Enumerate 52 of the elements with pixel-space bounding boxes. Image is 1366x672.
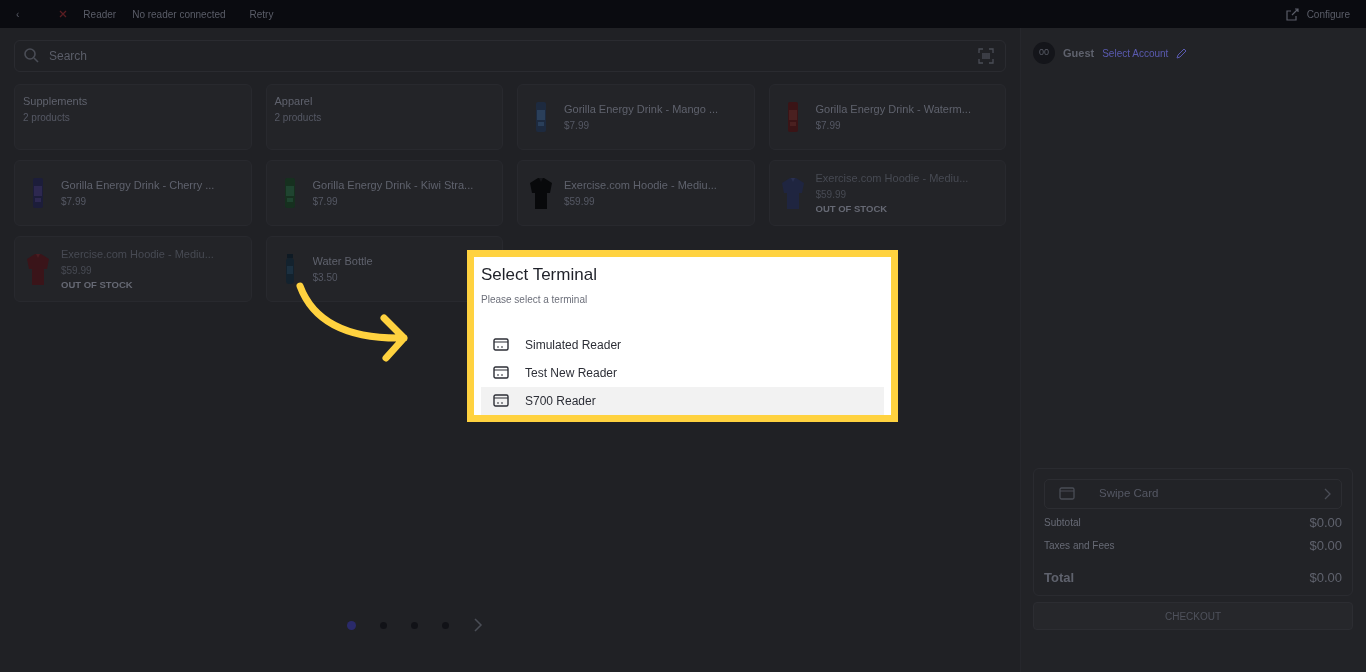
- total-value: $0.00: [1309, 568, 1342, 587]
- product-tile[interactable]: Gorilla Energy Drink - Cherry ... $7.99: [14, 160, 252, 226]
- select-account-link[interactable]: Select Account: [1102, 45, 1169, 61]
- barcode-scan-icon[interactable]: [978, 48, 994, 64]
- reader-label: Reader: [83, 7, 117, 22]
- category-tile[interactable]: Apparel 2 products: [265, 84, 503, 150]
- terminal-option[interactable]: S700 Reader: [481, 386, 884, 415]
- next-page-icon[interactable]: [473, 618, 483, 632]
- back-button[interactable]: ‹: [16, 6, 20, 22]
- category-name: Supplements: [23, 94, 89, 109]
- product-price: $7.99: [312, 194, 339, 209]
- page-dot[interactable]: [347, 620, 356, 630]
- total-label: Total: [1044, 568, 1075, 587]
- product-tile[interactable]: Exercise.com Hoodie - Mediu... $59.99: [517, 160, 755, 226]
- summary-value: $0.00: [1309, 537, 1342, 555]
- product-price: $3.50: [312, 270, 339, 285]
- external-link-icon: [1285, 7, 1299, 21]
- product-price: $7.99: [564, 118, 591, 133]
- customer-name: Guest: [1063, 45, 1095, 61]
- avatar: 00: [1033, 42, 1055, 64]
- card-icon: [1059, 487, 1075, 500]
- product-name: Exercise.com Hoodie - Mediu...: [564, 178, 717, 194]
- product-price: $59.99: [564, 194, 596, 209]
- card-icon: [493, 338, 509, 351]
- product-name: Gorilla Energy Drink - Waterm...: [815, 102, 971, 118]
- retry-link[interactable]: Retry: [249, 6, 274, 22]
- product-count: 2 products: [274, 110, 323, 125]
- product-price: $7.99: [61, 194, 88, 209]
- product-name: Gorilla Energy Drink - Mango ...: [564, 102, 719, 118]
- stock-label: OUT OF STOCK: [815, 201, 889, 216]
- search-icon: [24, 48, 39, 63]
- product-name: Water Bottle: [312, 254, 373, 270]
- payment-method[interactable]: Swipe Card: [1044, 478, 1342, 509]
- card-icon: [493, 394, 509, 407]
- summary-label: Taxes and Fees: [1044, 539, 1115, 554]
- close-icon: [59, 10, 68, 18]
- configure-link[interactable]: Configure: [1285, 6, 1350, 22]
- category-name: Apparel: [274, 94, 314, 109]
- card-icon: [493, 366, 509, 379]
- chevron-icon: [1324, 487, 1331, 500]
- summary-value: $0.00: [1309, 513, 1342, 532]
- product-tile[interactable]: Gorilla Energy Drink - Mango ... $7.99: [517, 84, 755, 150]
- search-field[interactable]: Search: [14, 40, 1006, 72]
- product-name: Gorilla Energy Drink - Kiwi Stra...: [312, 178, 474, 194]
- product-tile[interactable]: Gorilla Energy Drink - Kiwi Stra... $7.99: [265, 160, 503, 226]
- reader-status: No reader connected: [132, 7, 226, 22]
- pencil-icon[interactable]: [1176, 47, 1188, 59]
- product-price: $7.99: [815, 118, 842, 133]
- product-name: Gorilla Energy Drink - Cherry ...: [61, 178, 215, 194]
- stock-label: OUT OF STOCK: [61, 277, 134, 292]
- product-tile[interactable]: Gorilla Energy Drink - Waterm... $7.99: [768, 84, 1006, 150]
- summary-label: Subtotal: [1044, 515, 1081, 530]
